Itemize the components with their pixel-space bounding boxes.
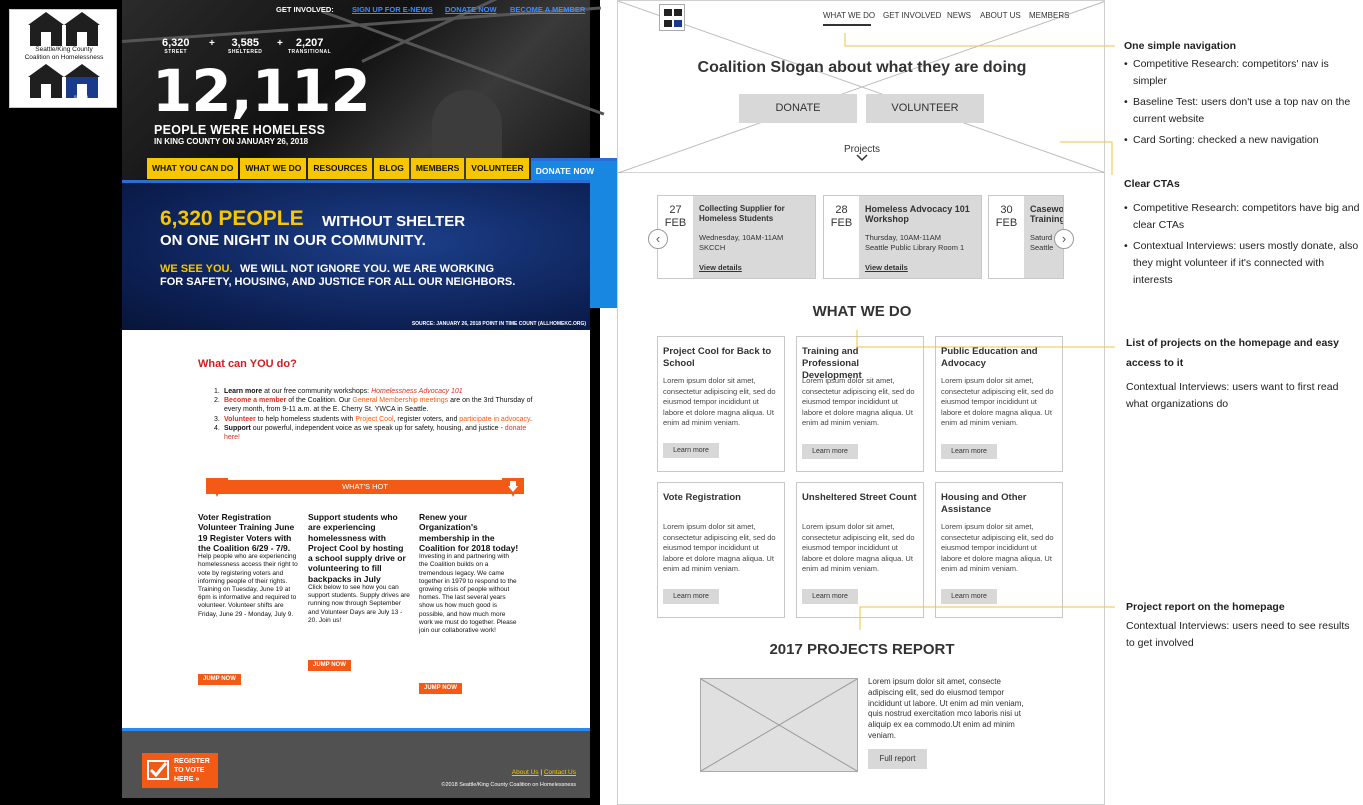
annotation-bullet: Card Sorting: checked a new navigation <box>1124 132 1359 149</box>
annotation-heading: Clear CTAs <box>1124 178 1180 190</box>
annotation-bullet: Competitive Research: competitors have b… <box>1124 200 1361 234</box>
annotation-report: Project report on the homepage Contextua… <box>1126 600 1351 652</box>
annotation-projects: List of projects on the homepage and eas… <box>1126 333 1358 413</box>
annotation-body: Contextual Interviews: users need to see… <box>1126 620 1350 649</box>
annotation-bullet: Competitive Research: competitors' nav i… <box>1124 56 1359 90</box>
annotation-bullet: Contextual Interviews: users mostly dona… <box>1124 238 1361 289</box>
annotation-navigation: One simple navigation Competitive Resear… <box>1124 39 1359 153</box>
annotation-ctas: Clear CTAs Competitive Research: competi… <box>1124 177 1361 293</box>
annotation-heading: Project report on the homepage <box>1126 601 1285 613</box>
annotation-bullet: Baseline Test: users don't use a top nav… <box>1124 94 1359 128</box>
annotation-heading: List of projects on the homepage and eas… <box>1126 337 1339 369</box>
annotation-heading: One simple navigation <box>1124 40 1237 52</box>
annotation-body: Contextual Interviews: users want to fir… <box>1126 381 1339 410</box>
